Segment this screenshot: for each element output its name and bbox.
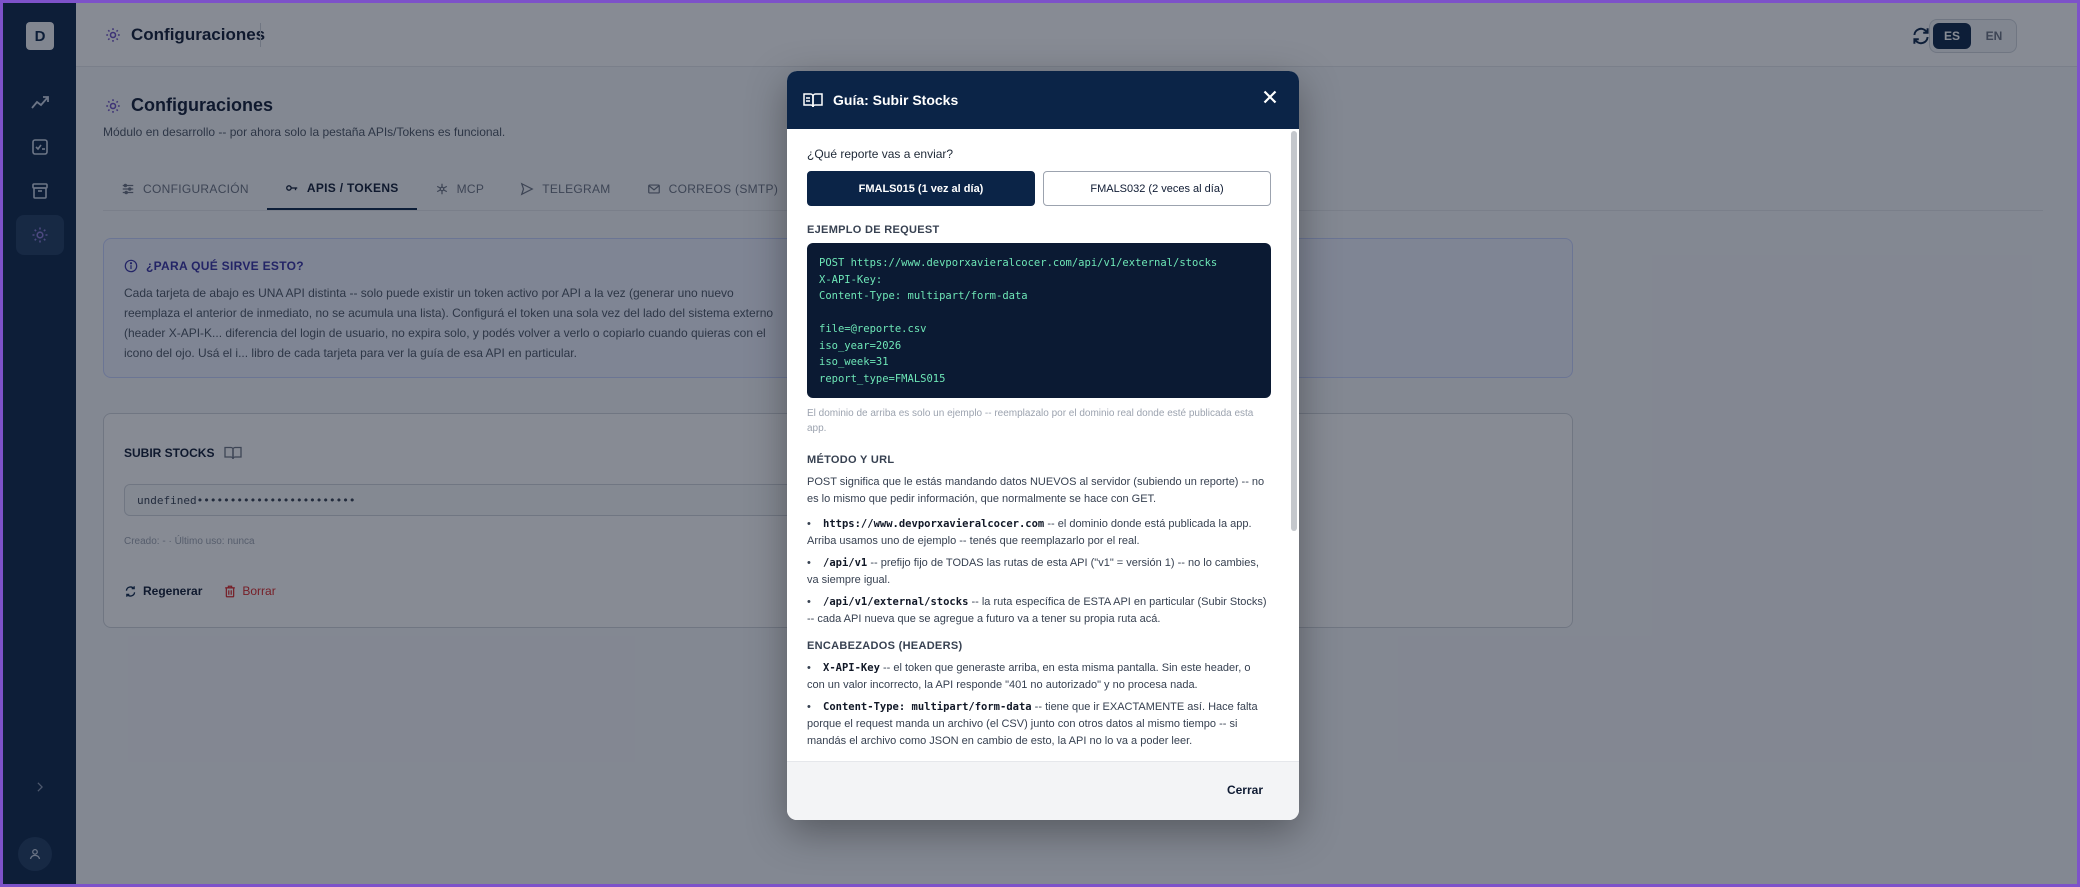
code-line: POST https://www.devporxavieralcocer.com… [819,257,1218,269]
list-item: • Content-Type: multipart/form-data -- ti… [807,701,1258,747]
url-list: • https://www.devporxavieralcocer.com -- … [807,516,1271,628]
list-item-text: -- prefijo fijo de TODAS las rutas de es… [807,557,1259,586]
option-fmals032[interactable]: FMALS032 (2 veces al día) [1043,171,1271,206]
inline-code: https://www.devporxavieralcocer.com [823,518,1045,530]
request-code-block: POST https://www.devporxavieralcocer.com… [807,243,1271,398]
book-open-icon [803,93,823,108]
report-question: ¿Qué reporte vas a enviar? [807,147,954,161]
modal-footer: Cerrar [787,761,1299,820]
headers-list: • X-API-Key -- el token que generaste arr… [807,660,1271,750]
domain-note: El dominio de arriba es solo un ejemplo … [807,408,1254,434]
inline-code: X-API-Key [823,662,880,674]
inline-code: Content-Type: multipart/form-data [823,701,1032,713]
inline-code: /api/v1/external/stocks [823,596,969,608]
inline-code: /api/v1 [823,557,868,569]
close-icon[interactable] [1259,86,1281,108]
method-text: POST significa que le estás mandando dat… [807,476,1265,505]
code-line: X-API-Key: [819,273,883,286]
app-window: D Configuraciones ES EN Conf [3,3,2077,884]
option-fmals015[interactable]: FMALS015 (1 vez al día) [807,171,1035,206]
code-line: Content-Type: multipart/form-data [819,290,1028,302]
close-button[interactable]: Cerrar [1227,783,1263,797]
code-line: file=@reporte.csv [819,323,927,335]
report-options: FMALS015 (1 vez al día) FMALS032 (2 vece… [807,171,1271,206]
code-line: iso_year=2026 [819,339,902,352]
scrollbar-thumb[interactable] [1291,131,1297,531]
request-heading: EJEMPLO DE REQUEST [807,224,940,236]
modal-title: Guía: Subir Stocks [833,92,959,108]
list-item: • https://www.devporxavieralcocer.com -- … [807,518,1252,547]
headers-heading: ENCABEZADOS (HEADERS) [807,640,963,652]
guide-modal: Guía: Subir Stocks ¿Qué reporte vas a en… [787,71,1299,820]
code-line: report_type=FMALS015 [819,372,946,385]
list-item: • X-API-Key -- el token que generaste arr… [807,662,1251,691]
modal-header: Guía: Subir Stocks [787,71,1299,129]
code-line: iso_week=31 [819,356,889,368]
list-item: •/api/v1/external/stocks -- la ruta espe… [807,596,1267,625]
list-item: •/api/v1 -- prefijo fijo de TODAS las ru… [807,557,1259,586]
method-heading: MÉTODO Y URL [807,454,895,466]
modal-scrollbar[interactable] [1291,131,1297,761]
modal-body[interactable]: ¿Qué reporte vas a enviar? FMALS015 (1 v… [787,129,1299,761]
